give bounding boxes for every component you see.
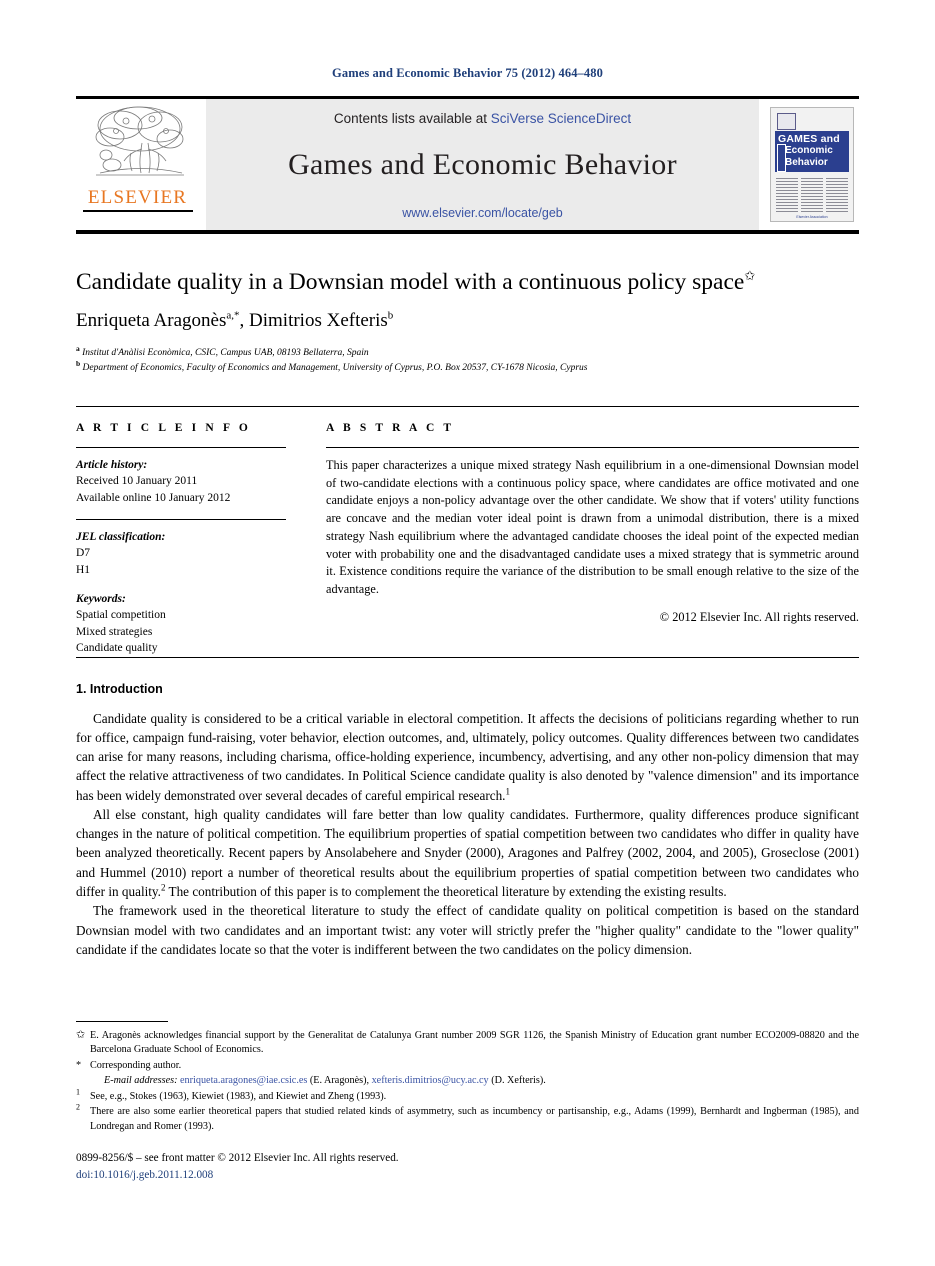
jel-code-0: D7: [76, 547, 91, 560]
info-section-top-rule: [76, 406, 859, 407]
paragraph-2-tail: The contribution of this paper is to com…: [165, 883, 727, 899]
email-link-aragones[interactable]: enriqueta.aragones@iae.csic.es: [180, 1075, 307, 1086]
author-2-name: Dimitrios Xefteris: [249, 310, 388, 332]
elsevier-logo-rule: [82, 210, 193, 212]
affiliation-list: a Institut d'Anàlisi Econòmica, CSIC, Ca…: [76, 344, 859, 376]
footnote-2-text: There are also some earlier theoretical …: [90, 1106, 859, 1132]
paragraph-2: All else constant, high quality candidat…: [76, 805, 859, 901]
affiliation-b-marker: b: [76, 358, 81, 368]
keywords-label: Keywords:: [76, 592, 126, 605]
footnote-asterisk-marker: *: [76, 1059, 82, 1071]
keyword-2: Candidate quality: [76, 641, 158, 654]
article-history: Article history: Received 10 January 201…: [76, 457, 286, 506]
abstract-heading: A B S T R A C T: [326, 422, 455, 434]
abstract-column: A B S T R A C T This paper characterizes…: [304, 412, 859, 656]
journal-title: Games and Economic Behavior: [288, 148, 677, 181]
footnote-acknowledgement: ✩ E. Aragonès acknowledges financial supp…: [76, 1028, 859, 1057]
article-info-column: A R T I C L E I N F O Article history: R…: [76, 412, 304, 656]
doi-link[interactable]: doi:10.1016/j.geb.2011.12.008: [76, 1167, 859, 1184]
affiliation-a-marker: a: [76, 344, 80, 354]
footnote-1-text: See, e.g., Stokes (1963), Kiewiet (1983)…: [90, 1090, 387, 1102]
keywords-group: Keywords: Spatial competition Mixed stra…: [76, 591, 286, 656]
page-title: Candidate quality in a Downsian model wi…: [76, 268, 859, 296]
cover-title-line3: Behavior: [785, 157, 828, 168]
footnote-star-text: E. Aragonès acknowledges financial suppo…: [90, 1030, 859, 1056]
article-info-rule-2: [76, 518, 286, 520]
footnote-2-marker: 2: [76, 1103, 80, 1113]
journal-cover: GAMES and Economic Behavior Elsevier Ass…: [765, 99, 859, 230]
footnote-star-marker: ✩: [76, 1029, 86, 1041]
masthead-center: Contents lists available at SciVerse Sci…: [206, 99, 759, 230]
keyword-0: Spatial competition: [76, 609, 166, 622]
sciencedirect-link[interactable]: SciVerse ScienceDirect: [491, 111, 631, 126]
issn-front-matter: 0899-8256/$ – see front matter © 2012 El…: [76, 1152, 399, 1164]
cover-publisher-icon: [777, 113, 796, 130]
info-abstract-section: A R T I C L E I N F O Article history: R…: [76, 412, 859, 656]
jel-classification: JEL classification: D7 H1: [76, 529, 286, 578]
masthead-bottom-rule: [76, 230, 859, 234]
abstract-text: This paper characterizes a unique mixed …: [326, 458, 859, 596]
email-addresses-label: E-mail addresses:: [104, 1075, 178, 1087]
email-owner-1: (E. Aragonès): [309, 1075, 367, 1087]
journal-cover-thumbnail: GAMES and Economic Behavior Elsevier Ass…: [770, 107, 854, 222]
jel-label: JEL classification:: [76, 530, 166, 543]
affiliation-b-text: Department of Economics, Faculty of Econ…: [82, 362, 588, 373]
abstract-rule: [326, 447, 859, 448]
author-1-affiliation-marker[interactable]: a,*: [226, 310, 239, 322]
contents-prefix: Contents lists available at: [333, 111, 491, 126]
article-history-online: Available online 10 January 2012: [76, 491, 231, 504]
elsevier-logo: ELSEVIER: [76, 99, 200, 230]
journal-homepage-link[interactable]: www.elsevier.com/locate/geb: [402, 206, 563, 220]
jel-code-1: H1: [76, 563, 91, 576]
email-link-xefteris[interactable]: xefteris.dimitrios@ucy.ac.cy: [372, 1075, 489, 1086]
article-title-text: Candidate quality in a Downsian model wi…: [76, 269, 745, 295]
cover-footer-text: Elsevier Association: [796, 215, 828, 219]
journal-masthead: ELSEVIER Contents lists available at Sci…: [76, 96, 859, 234]
article-history-received: Received 10 January 2011: [76, 475, 198, 488]
footnote-corresponding-text: Corresponding author.: [90, 1059, 182, 1071]
paragraph-1-text: Candidate quality is considered to be a …: [76, 711, 859, 803]
author-2-affiliation-marker[interactable]: b: [388, 310, 394, 322]
article-info-rule: [76, 447, 286, 448]
footnote-area: ✩ E. Aragonès acknowledges financial supp…: [76, 1028, 859, 1135]
affiliation-b: b Department of Economics, Faculty of Ec…: [76, 358, 859, 376]
contents-available-line: Contents lists available at SciVerse Sci…: [334, 111, 631, 126]
section-heading-introduction: 1. Introduction: [76, 682, 163, 696]
elsevier-tree-icon: [95, 106, 184, 176]
author-1-name: Enriqueta Aragonès: [76, 310, 227, 332]
masthead-body: ELSEVIER Contents lists available at Sci…: [76, 99, 859, 230]
abstract-copyright: © 2012 Elsevier Inc. All rights reserved…: [659, 609, 859, 624]
article-info-heading: A R T I C L E I N F O: [76, 422, 251, 434]
paragraph-3: The framework used in the theoretical li…: [76, 903, 859, 957]
footnote-1: 1 See, e.g., Stokes (1963), Kiewiet (1983…: [76, 1087, 859, 1104]
title-block: Candidate quality in a Downsian model wi…: [76, 268, 859, 376]
article-history-label: Article history:: [76, 459, 148, 471]
footnote-1-marker: 1: [76, 1087, 80, 1097]
article-body: 1. Introduction Candidate quality is con…: [76, 682, 859, 959]
article-page: Games and Economic Behavior 75 (2012) 46…: [0, 0, 935, 1266]
cover-title-line1: GAMES and: [778, 133, 840, 145]
footnote-2: 2 There are also some earlier theoretical…: [76, 1103, 859, 1133]
running-head: Games and Economic Behavior 75 (2012) 46…: [332, 66, 603, 80]
imprint-block: 0899-8256/$ – see front matter © 2012 El…: [76, 1150, 859, 1183]
author-list: Enriqueta Aragonèsa,*, Dimitrios Xefteri…: [76, 309, 394, 332]
info-section-bottom-rule: [76, 657, 859, 658]
affiliation-a-text: Institut d'Anàlisi Econòmica, CSIC, Camp…: [82, 348, 369, 359]
footnote-ref-1[interactable]: 1: [505, 786, 510, 796]
footnote-corresponding-author: * Corresponding author.: [76, 1059, 859, 1073]
footnote-separator: [76, 1021, 168, 1022]
elsevier-wordmark: ELSEVIER: [87, 187, 188, 208]
paragraph-1: Candidate quality is considered to be a …: [76, 709, 859, 805]
keyword-1: Mixed strategies: [76, 625, 153, 638]
cover-contents-lines: [776, 178, 848, 212]
cover-title-line2: Economic: [785, 145, 833, 156]
title-footnote-marker[interactable]: ✩: [744, 268, 755, 283]
email-owner-2: (D. Xefteris): [491, 1075, 544, 1087]
footnote-email-addresses: E-mail addresses: enriqueta.aragones@iae…: [104, 1075, 546, 1087]
affiliation-a: a Institut d'Anàlisi Econòmica, CSIC, Ca…: [76, 344, 859, 361]
